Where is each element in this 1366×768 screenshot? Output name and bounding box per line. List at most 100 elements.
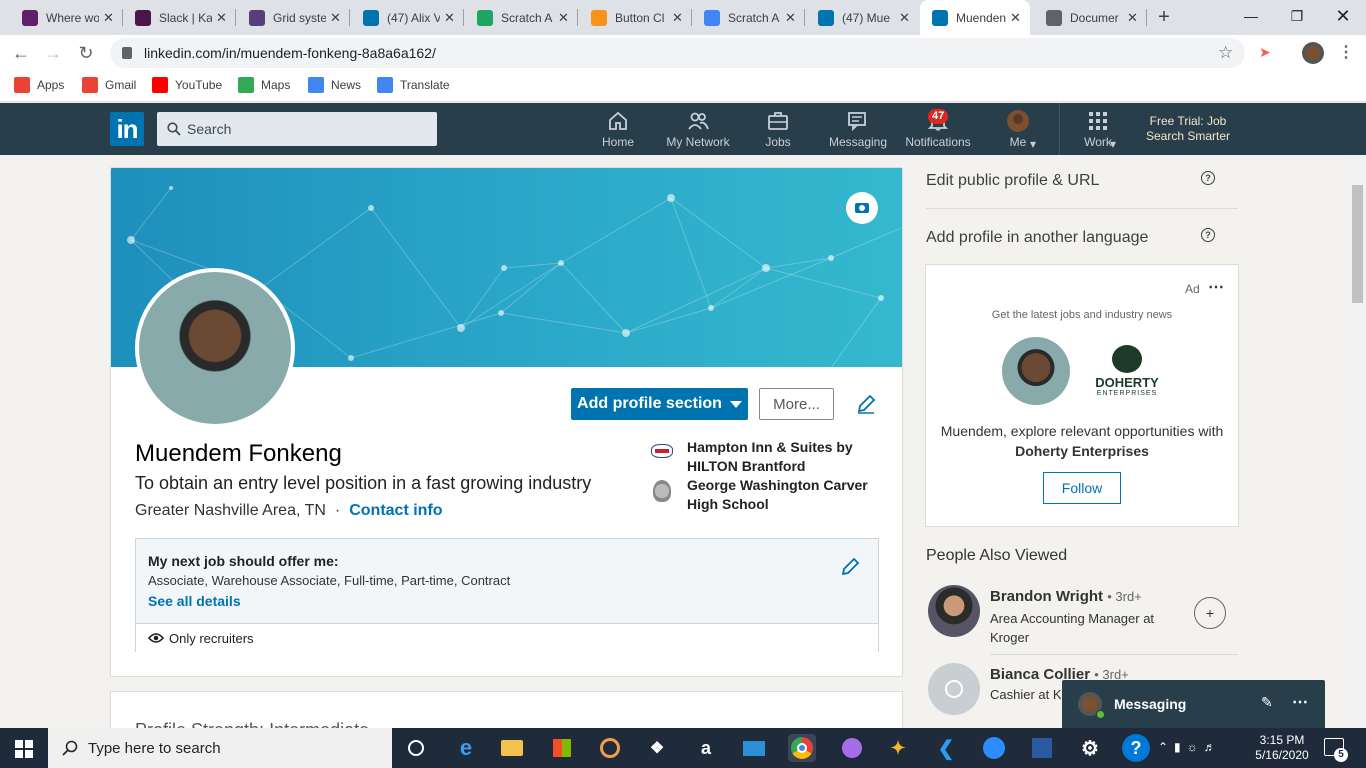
more-button[interactable]: More... (759, 388, 834, 420)
amazon-icon[interactable]: a (692, 734, 720, 762)
bookmark-item[interactable]: Maps (238, 77, 290, 93)
education-label: George Washington Carver High School (687, 477, 868, 512)
follow-button[interactable]: Follow (1043, 472, 1121, 504)
windows-start-icon[interactable] (15, 740, 33, 758)
ad-label: Ad (1185, 282, 1200, 296)
url-input[interactable]: linkedin.com/in/muendem-fonkeng-8a8a6a16… (110, 38, 1245, 68)
browser-tab[interactable]: (47) Mue ✕ (806, 0, 919, 35)
ad-options-icon[interactable]: ⋯ (1208, 277, 1224, 297)
linkedin-icon (818, 9, 834, 26)
bookmark-item[interactable]: Translate (377, 77, 450, 93)
github-desktop-icon[interactable] (838, 734, 866, 762)
edge-icon[interactable]: e (452, 734, 480, 762)
messaging-widget[interactable]: Messaging ✎ ⋯ (1062, 680, 1325, 728)
bookmark-item[interactable]: News (308, 77, 361, 93)
store-icon[interactable] (548, 734, 576, 762)
nav-item-my-network[interactable]: My Network (658, 109, 738, 153)
browser-tab[interactable]: Slack | Ka ✕ (123, 0, 236, 35)
zoom-icon[interactable] (980, 734, 1008, 762)
search-input[interactable]: Search (157, 112, 437, 146)
forward-button[interactable]: → (41, 41, 65, 65)
close-tab-icon[interactable]: ✕ (1127, 10, 1139, 26)
nav-item-work[interactable]: Work ▾ (1058, 109, 1138, 153)
connect-icon[interactable]: + (1194, 597, 1226, 629)
close-tab-icon[interactable]: ✕ (899, 10, 911, 26)
linkedin-logo[interactable]: in (110, 112, 144, 146)
nav-item-label: Jobs (765, 135, 791, 149)
add-language-profile-link[interactable]: Add profile in another language (926, 229, 1148, 247)
close-tab-icon[interactable]: ✕ (330, 10, 342, 26)
browser-tab[interactable]: Grid syste ✕ (237, 0, 350, 35)
browser-tab[interactable]: Button Cl ✕ (579, 0, 692, 35)
nav-item-jobs[interactable]: Jobs (738, 109, 818, 153)
person-name[interactable]: Brandon Wright (990, 588, 1103, 605)
browser-tab[interactable]: Documer ✕ (1034, 0, 1147, 35)
browser-tab[interactable]: (47) Alix V ✕ (351, 0, 464, 35)
media-player-icon[interactable] (596, 734, 624, 762)
file-explorer-icon[interactable] (498, 734, 526, 762)
person-card[interactable]: Brandon Wright • 3rd+ Area Accounting Ma… (926, 585, 1238, 649)
compose-message-icon[interactable]: ✎ (1261, 694, 1273, 711)
education-item[interactable]: George Washington Carver High School (651, 476, 901, 514)
edit-banner-camera-icon[interactable] (846, 192, 878, 224)
clock[interactable]: 3:15 PM 5/16/2020 (1252, 733, 1312, 763)
bookmark-item[interactable]: YouTube (152, 77, 222, 93)
close-tab-icon[interactable]: ✕ (785, 10, 797, 26)
new-tab-button[interactable]: + (1152, 6, 1176, 30)
profile-photo[interactable] (135, 268, 295, 428)
see-all-details-link[interactable]: See all details (148, 593, 241, 609)
scrollbar-thumb[interactable] (1352, 185, 1363, 303)
experience-item[interactable]: Hampton Inn & Suites by HILTON Brantford (651, 438, 901, 476)
browser-menu-icon[interactable]: ⋮ (1338, 42, 1354, 62)
system-tray-icons[interactable]: ⌃▮☼♬ (1158, 740, 1222, 754)
browser-tab[interactable]: Scratch A ✕ (692, 0, 805, 35)
bookmark-item[interactable]: Gmail (82, 77, 136, 93)
nav-item-me[interactable]: Me ▾ (978, 109, 1058, 153)
messaging-options-icon[interactable]: ⋯ (1292, 692, 1308, 712)
bookmark-item[interactable]: Apps (14, 77, 64, 93)
close-tab-icon[interactable]: ✕ (444, 10, 456, 26)
close-tab-icon[interactable]: ✕ (672, 10, 684, 26)
next-job-box: My next job should offer me: Associate, … (135, 538, 879, 652)
edit-intro-pencil-icon[interactable] (855, 393, 877, 415)
settings-gear-icon[interactable]: ⚙ (1076, 734, 1104, 762)
nav-item-messaging[interactable]: Messaging (818, 109, 898, 153)
maximize-button[interactable]: ❐ (1274, 0, 1320, 32)
chrome-icon[interactable] (788, 734, 816, 762)
browser-tab[interactable]: Muenden ✕ (920, 0, 1030, 35)
task-view-icon[interactable] (402, 734, 430, 762)
taskbar-search-box[interactable]: Type here to search (48, 728, 392, 768)
page-scrollbar[interactable] (1349, 155, 1366, 728)
mail-icon[interactable] (740, 734, 768, 762)
close-tab-icon[interactable]: ✕ (558, 10, 570, 26)
reload-button[interactable]: ↻ (74, 41, 98, 65)
back-button[interactable]: ← (9, 41, 33, 65)
browser-tab[interactable]: Where wo ✕ (10, 0, 123, 35)
help-icon[interactable]: ? (1201, 171, 1215, 185)
close-tab-icon[interactable]: ✕ (216, 10, 228, 26)
bookmark-star-icon[interactable]: ☆ (1218, 43, 1233, 63)
add-profile-section-button[interactable]: Add profile section (571, 388, 748, 420)
browser-tab[interactable]: Scratch A ✕ (465, 0, 578, 35)
tab-title: Grid syste (273, 10, 326, 25)
profile-avatar[interactable] (1302, 42, 1324, 64)
help-circle-icon[interactable]: ? (1122, 734, 1150, 762)
premium-trial-link[interactable]: Free Trial: Job Search Smarter (1140, 114, 1236, 144)
dropbox-icon[interactable]: ❖ (643, 734, 671, 762)
person-title: Area Accounting Manager at Kroger (990, 611, 1155, 645)
close-tab-icon[interactable]: ✕ (1010, 10, 1022, 26)
close-tab-icon[interactable]: ✕ (103, 10, 115, 26)
nav-item-home[interactable]: Home (578, 109, 658, 153)
remote-desktop-icon[interactable] (1028, 734, 1056, 762)
minimize-button[interactable]: — (1228, 0, 1274, 32)
sourcetree-icon[interactable]: ✦ (884, 734, 912, 762)
person-title: Cashier at K (990, 687, 1062, 702)
contact-info-link[interactable]: Contact info (349, 502, 442, 520)
nav-item-notifications[interactable]: Notifications 47 (898, 109, 978, 153)
edit-public-profile-link[interactable]: Edit public profile & URL (926, 172, 1099, 190)
close-window-button[interactable]: ✕ (1320, 0, 1366, 32)
edit-next-job-pencil-icon[interactable] (839, 556, 861, 578)
vscode-icon[interactable]: ❮ (932, 734, 960, 762)
extension-icon[interactable]: ➤ (1259, 44, 1275, 60)
help-icon[interactable]: ? (1201, 228, 1215, 242)
